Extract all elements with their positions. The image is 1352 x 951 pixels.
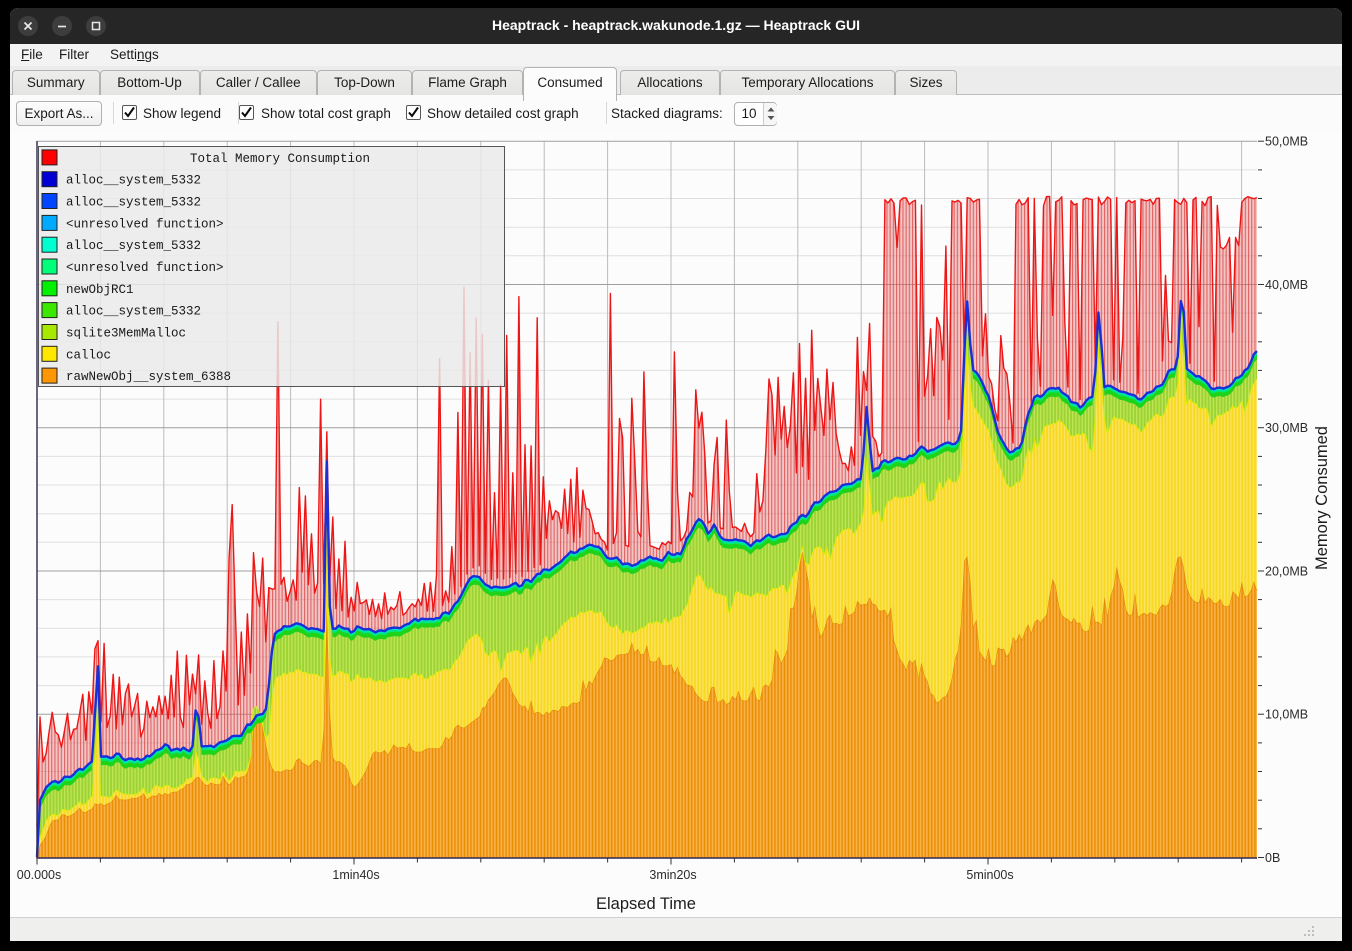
svg-text:0B: 0B (1265, 851, 1280, 865)
svg-text:10,0MB: 10,0MB (1265, 708, 1308, 722)
svg-text:<unresolved function>: <unresolved function> (66, 261, 224, 275)
svg-text:00.000s: 00.000s (17, 868, 61, 882)
svg-text:alloc__system_5332: alloc__system_5332 (66, 239, 201, 253)
svg-text:rawNewObj__system_6388: rawNewObj__system_6388 (66, 370, 231, 384)
svg-text:Memory Consumed: Memory Consumed (1313, 426, 1331, 570)
svg-text:alloc__system_5332: alloc__system_5332 (66, 174, 201, 188)
svg-text:newObjRC1: newObjRC1 (66, 283, 134, 297)
svg-text:1min40s: 1min40s (332, 868, 379, 882)
svg-text:alloc__system_5332: alloc__system_5332 (66, 196, 201, 210)
svg-text:40,0MB: 40,0MB (1265, 278, 1308, 292)
svg-text:3min20s: 3min20s (649, 868, 696, 882)
svg-text:sqlite3MemMalloc: sqlite3MemMalloc (66, 327, 186, 341)
svg-text:20,0MB: 20,0MB (1265, 565, 1308, 579)
svg-text:Total Memory Consumption: Total Memory Consumption (190, 152, 370, 166)
svg-text:Elapsed Time: Elapsed Time (596, 895, 696, 913)
svg-text:50,0MB: 50,0MB (1265, 135, 1308, 149)
svg-text:<unresolved function>: <unresolved function> (66, 217, 224, 231)
svg-text:30,0MB: 30,0MB (1265, 421, 1308, 435)
svg-text:calloc: calloc (66, 348, 111, 362)
svg-text:alloc__system_5332: alloc__system_5332 (66, 305, 201, 319)
svg-text:5min00s: 5min00s (966, 868, 1013, 882)
